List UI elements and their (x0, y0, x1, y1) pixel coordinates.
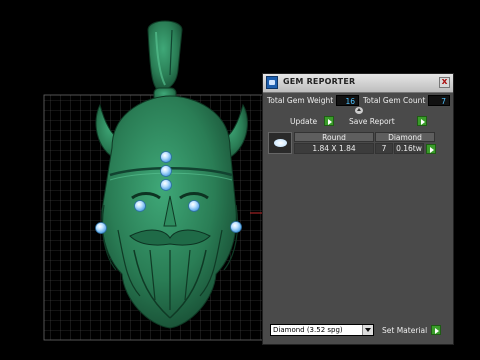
gem-count-cell: 7 (375, 143, 393, 154)
chevron-down-icon[interactable] (362, 325, 373, 335)
material-select[interactable]: Diamond (3.52 spg) (270, 324, 374, 336)
gem-table: Round Diamond 1.84 X 1.84 7 0.16tw (268, 132, 448, 154)
total-gem-weight-label: Total Gem Weight (267, 96, 334, 105)
gem-reporter-panel: GEM REPORTER x Total Gem Weight 16 Total… (262, 73, 454, 345)
total-gem-count-label: Total Gem Count (363, 96, 426, 105)
total-gem-weight-field: 16 (336, 95, 359, 106)
set-material-button[interactable] (431, 325, 441, 335)
save-report-label: Save Report (349, 117, 395, 126)
round-gem-icon (268, 132, 292, 154)
gem-stone (134, 200, 146, 212)
save-report-button[interactable] (417, 116, 427, 126)
gem-size-cell: 1.84 X 1.84 (294, 143, 374, 154)
gem-weight-cell: 0.16tw (394, 143, 424, 154)
set-material-label: Set Material (382, 326, 428, 335)
gem-stone (160, 165, 172, 177)
table-header-shape: Round (294, 132, 374, 142)
gem-stone (160, 179, 172, 191)
material-select-value: Diamond (3.52 spg) (273, 326, 343, 334)
close-button[interactable]: x (439, 77, 450, 88)
update-label: Update (290, 117, 318, 126)
panel-title: GEM REPORTER (283, 77, 356, 86)
total-gem-count-field: 7 (428, 95, 450, 106)
gem-stone (188, 200, 200, 212)
table-header-material: Diamond (375, 132, 435, 142)
panel-titlebar[interactable]: GEM REPORTER x (263, 74, 453, 93)
gem-row-go-button[interactable] (426, 144, 436, 154)
update-button[interactable] (324, 116, 334, 126)
gem-reporter-icon (266, 76, 278, 89)
pendant-bail (147, 20, 183, 103)
gem-stone (160, 151, 172, 163)
gem-stone (230, 221, 242, 233)
gem-stone (95, 222, 107, 234)
collapse-toggle-icon[interactable] (355, 107, 363, 114)
